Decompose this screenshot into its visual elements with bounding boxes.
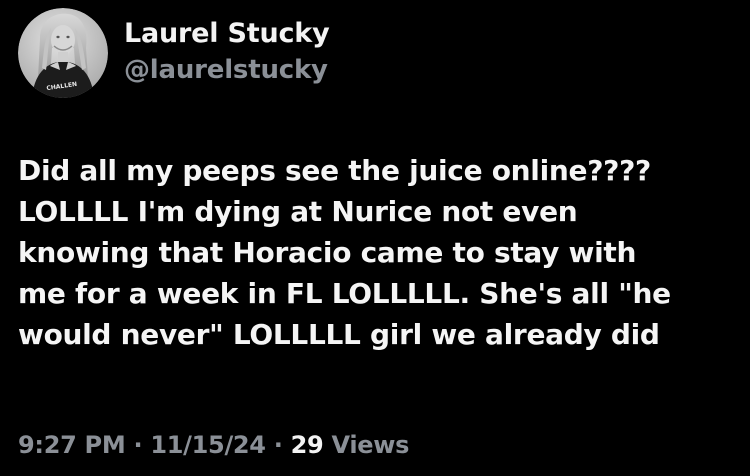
tweet-text-line: me for a week in FL LOLLLLL. She's all "…: [18, 277, 671, 310]
meta-separator: ·: [265, 431, 291, 459]
author-display-name[interactable]: Laurel Stucky: [124, 16, 330, 52]
tweet-text-line: LOLLLL I'm dying at Nurice not even: [18, 195, 578, 228]
meta-separator: ·: [125, 431, 151, 459]
author-handle[interactable]: @laurelstucky: [124, 52, 329, 88]
profile-photo-avatar-icon: CHALLEN: [18, 8, 108, 98]
tweet-text-line: Did all my peeps see the juice online???…: [18, 154, 651, 187]
views-count[interactable]: 29: [291, 431, 324, 459]
tweet-text-line: knowing that Horacio came to stay with: [18, 236, 637, 269]
tweet-text-line: would never" LOLLLLL girl we already did: [18, 318, 660, 351]
tweet-meta: 9:27 PM · 11/15/24 · 29 Views: [18, 428, 409, 462]
tweet-container: CHALLEN Laurel Stucky @laurelstucky Did …: [0, 0, 750, 476]
tweet-time[interactable]: 9:27 PM: [18, 431, 126, 459]
views-label: Views: [323, 431, 410, 459]
tweet-date[interactable]: 11/15/24: [150, 431, 266, 459]
author-names: Laurel Stucky @laurelstucky: [124, 16, 330, 88]
tweet-header: CHALLEN Laurel Stucky @laurelstucky: [18, 8, 330, 98]
tweet-text: Did all my peeps see the juice online???…: [18, 150, 738, 355]
avatar[interactable]: CHALLEN: [18, 8, 108, 98]
